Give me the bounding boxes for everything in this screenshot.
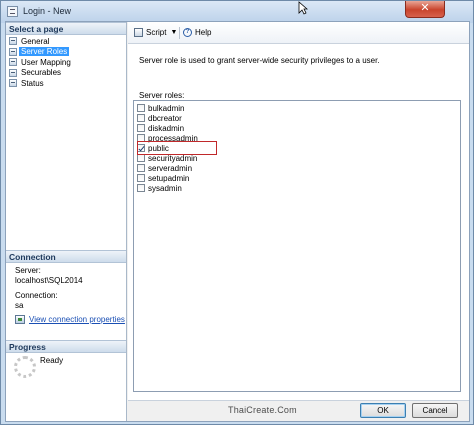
role-label: diskadmin xyxy=(148,123,185,133)
server-roles-label: Server roles: xyxy=(139,91,185,100)
progress-spinner-icon xyxy=(14,356,36,378)
role-item-serveradmin[interactable]: serveradmin xyxy=(137,163,192,173)
right-pane: Script ▼ ? Help Server role is used to g… xyxy=(128,22,469,400)
cancel-button[interactable]: Cancel xyxy=(412,403,458,418)
role-item-diskadmin[interactable]: diskadmin xyxy=(137,123,184,133)
page-item-status[interactable]: Status xyxy=(9,78,125,89)
role-label: bulkadmin xyxy=(148,103,185,113)
left-pane: Select a page General Server Roles User … xyxy=(6,22,127,421)
connection-properties-icon xyxy=(15,315,25,324)
server-value: localhost\SQL2014 xyxy=(15,275,83,285)
connection-header: Connection xyxy=(6,250,126,263)
connection-value: sa xyxy=(15,300,24,310)
page-icon xyxy=(9,47,17,56)
role-checkbox[interactable] xyxy=(137,154,145,162)
dialog-client-area: Select a page General Server Roles User … xyxy=(5,21,470,422)
ok-button[interactable]: OK xyxy=(360,403,406,418)
view-connection-properties-label: View connection properties xyxy=(29,315,125,324)
page-item-securables[interactable]: Securables xyxy=(9,68,125,79)
page-icon xyxy=(9,79,17,88)
page-item-label: Securables xyxy=(21,68,62,78)
dialog-footer: ThaiCreate.Com OK Cancel xyxy=(128,400,469,421)
server-roles-list: bulkadmin dbcreator diskadmin processadm… xyxy=(133,100,461,392)
help-label: Help xyxy=(195,28,212,37)
progress-header: Progress xyxy=(6,340,126,353)
annotation-highlight-box xyxy=(137,141,217,155)
role-checkbox[interactable] xyxy=(137,124,145,132)
server-role-description: Server role is used to grant server-wide… xyxy=(139,56,380,65)
role-item-setupadmin[interactable]: setupadmin xyxy=(137,173,189,183)
mouse-cursor-icon xyxy=(298,1,308,15)
toolbar-separator xyxy=(179,27,180,39)
dropdown-arrow-icon[interactable]: ▼ xyxy=(170,29,177,36)
role-item-bulkadmin[interactable]: bulkadmin xyxy=(137,103,184,113)
server-label: Server: xyxy=(15,266,41,275)
page-item-label: Server Roles xyxy=(19,47,70,57)
page-item-server-roles[interactable]: Server Roles xyxy=(9,47,125,58)
page-icon xyxy=(9,68,17,77)
role-checkbox[interactable] xyxy=(137,114,145,122)
page-item-label: General xyxy=(21,36,50,46)
view-connection-properties-link[interactable]: View connection properties xyxy=(15,315,125,324)
role-label: sysadmin xyxy=(148,183,182,193)
help-icon: ? xyxy=(183,28,192,37)
connection-info: Server: localhost\SQL2014 Connection: sa xyxy=(15,266,125,310)
progress-status: Ready xyxy=(40,356,64,365)
role-checkbox[interactable] xyxy=(137,174,145,182)
help-button[interactable]: ? Help xyxy=(183,28,211,37)
page-icon xyxy=(9,58,17,67)
page-item-label: User Mapping xyxy=(21,57,71,67)
close-button[interactable]: ✕ xyxy=(405,1,445,18)
connection-label: Connection: xyxy=(15,291,58,300)
script-icon xyxy=(134,28,143,37)
select-page-header: Select a page xyxy=(6,22,126,35)
role-label: setupadmin xyxy=(148,173,190,183)
login-new-dialog: Login - New ✕ Select a page General Serv… xyxy=(0,0,474,425)
page-item-user-mapping[interactable]: User Mapping xyxy=(9,57,125,68)
toolbar: Script ▼ ? Help xyxy=(128,22,469,44)
window-icon xyxy=(7,6,18,17)
script-label: Script xyxy=(146,28,167,37)
role-checkbox[interactable] xyxy=(137,164,145,172)
role-checkbox[interactable] xyxy=(137,104,145,112)
title-bar[interactable]: Login - New ✕ xyxy=(1,1,473,23)
script-button[interactable]: Script ▼ xyxy=(134,28,177,37)
page-list: General Server Roles User Mapping Secura… xyxy=(9,36,125,89)
page-icon xyxy=(9,37,17,46)
role-label: serveradmin xyxy=(148,163,193,173)
window-title: Login - New xyxy=(23,6,72,16)
page-item-label: Status xyxy=(21,78,44,88)
page-item-general[interactable]: General xyxy=(9,36,125,47)
watermark: ThaiCreate.Com xyxy=(228,405,297,415)
role-item-dbcreator[interactable]: dbcreator xyxy=(137,113,182,123)
role-item-sysadmin[interactable]: sysadmin xyxy=(137,183,182,193)
role-label: dbcreator xyxy=(148,113,182,123)
role-checkbox[interactable] xyxy=(137,184,145,192)
